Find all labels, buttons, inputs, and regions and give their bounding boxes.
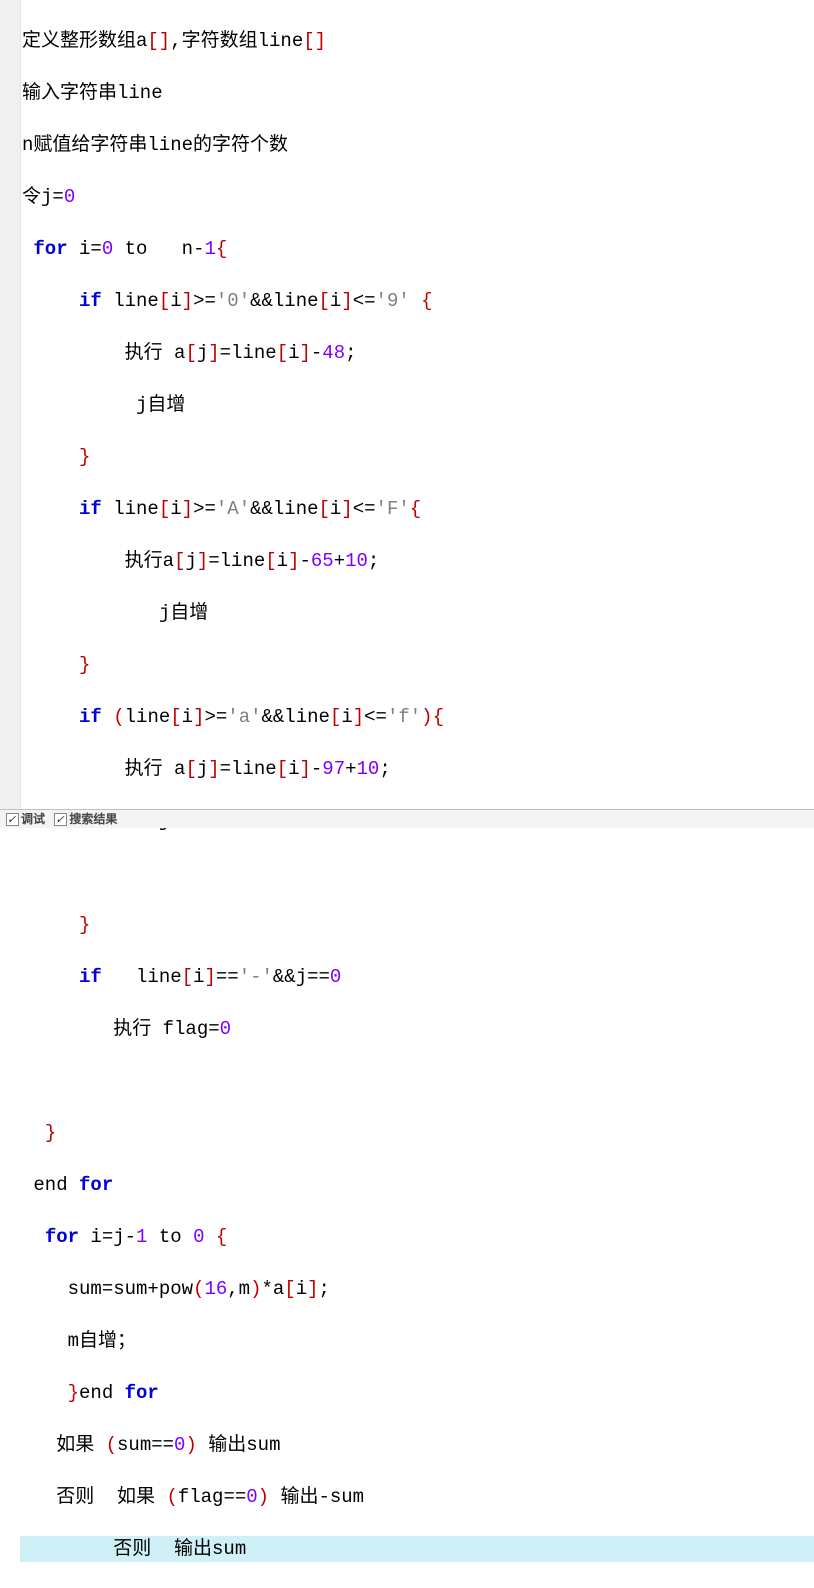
code-line[interactable]: 如果 (sum==0) 输出sum	[20, 1432, 814, 1458]
code-line[interactable]: }	[20, 652, 814, 678]
code-line[interactable]: 执行a[j]=line[i]-65+10;	[20, 548, 814, 574]
code-line[interactable]: n赋值给字符串line的字符个数	[20, 132, 814, 158]
code-line[interactable]: }	[20, 912, 814, 938]
code-line[interactable]: 令j=0	[20, 184, 814, 210]
code-line[interactable]: for i=0 to n-1{	[20, 236, 814, 262]
code-line[interactable]: j自增	[20, 392, 814, 418]
code-line[interactable]: }	[20, 1120, 814, 1146]
code-line[interactable]: 定义整形数组a[],字符数组line[]	[20, 28, 814, 54]
checkbox-icon	[6, 813, 19, 826]
code-editor[interactable]: 定义整形数组a[],字符数组line[] 输入字符串line n赋值给字符串li…	[20, 0, 814, 1588]
code-line[interactable]: sum=sum+pow(16,m)*a[i];	[20, 1276, 814, 1302]
code-line[interactable]: if line[i]>='0'&&line[i]<='9' {	[20, 288, 814, 314]
bottom-panel-tabs: 调试 搜索结果	[0, 809, 814, 828]
editor-gutter	[0, 0, 21, 828]
code-line[interactable]: if line[i]>='A'&&line[i]<='F'{	[20, 496, 814, 522]
code-line[interactable]: m自增；	[20, 1328, 814, 1354]
code-line[interactable]: 执行 flag=0	[20, 1016, 814, 1042]
code-line[interactable]: end for	[20, 1172, 814, 1198]
code-line[interactable]: }end for	[20, 1380, 814, 1406]
code-line[interactable]	[20, 860, 814, 886]
code-line-current[interactable]: 否则 输出sum	[20, 1536, 814, 1562]
tab-search-results[interactable]: 搜索结果	[54, 810, 117, 828]
tab-debug[interactable]: 调试	[6, 810, 45, 828]
code-line[interactable]: 输入字符串line	[20, 80, 814, 106]
code-line[interactable]: if (line[i]>='a'&&line[i]<='f'){	[20, 704, 814, 730]
code-line[interactable]: if line[i]=='-'&&j==0	[20, 964, 814, 990]
code-line[interactable]: 执行 a[j]=line[i]-48;	[20, 340, 814, 366]
code-line[interactable]: for i=j-1 to 0 {	[20, 1224, 814, 1250]
code-line[interactable]: j自增	[20, 600, 814, 626]
code-line[interactable]	[20, 1068, 814, 1094]
code-line[interactable]: }	[20, 444, 814, 470]
code-line[interactable]: 否则 如果 (flag==0) 输出-sum	[20, 1484, 814, 1510]
checkbox-icon	[54, 813, 67, 826]
code-line[interactable]: 执行 a[j]=line[i]-97+10;	[20, 756, 814, 782]
